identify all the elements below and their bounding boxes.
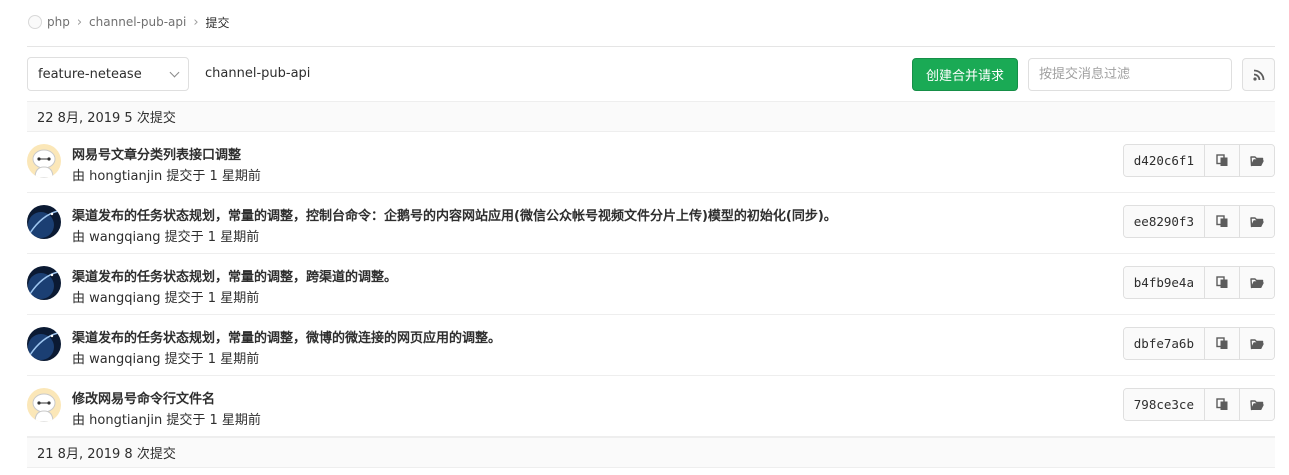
commit-row: 修改网易号命令行文件名 由 hongtianjin 提交于 1 星期前 798c… (27, 376, 1275, 437)
commit-title[interactable]: 渠道发布的任务状态规划，常量的调整，控制台命令：企鹅号的内容网站应用(微信公众帐… (72, 205, 837, 224)
commit-filter-input[interactable] (1028, 58, 1232, 91)
breadcrumb-current[interactable]: 提交 (206, 14, 230, 31)
breadcrumb-separator: › (193, 14, 199, 30)
day-header: 22 8月, 2019 5 次提交 (27, 101, 1275, 132)
browse-files-button[interactable] (1239, 328, 1274, 359)
browse-files-button[interactable] (1239, 206, 1274, 237)
commit-meta: 由 hongtianjin 提交于 1 星期前 (72, 169, 261, 184)
commit-row: 网易号文章分类列表接口调整 由 hongtianjin 提交于 1 星期前 d4… (27, 132, 1275, 193)
commit-sha-group: 798ce3ce (1122, 388, 1275, 421)
copy-sha-button[interactable] (1204, 145, 1239, 176)
copy-sha-button[interactable] (1204, 267, 1239, 298)
commit-sha-group: b4fb9e4a (1122, 266, 1275, 299)
commit-sha-link[interactable]: b4fb9e4a (1123, 267, 1204, 298)
rss-icon (1252, 69, 1264, 81)
breadcrumb-group-link[interactable]: php (47, 15, 70, 29)
folder-open-icon (1249, 338, 1264, 349)
copy-sha-button[interactable] (1204, 389, 1239, 420)
commit-meta: 由 wangqiang 提交于 1 星期前 (72, 352, 260, 367)
copy-sha-button[interactable] (1204, 206, 1239, 237)
folder-open-icon (1249, 399, 1264, 410)
commit-sha-group: dbfe7a6b (1122, 327, 1275, 360)
space-avatar-icon[interactable] (27, 266, 61, 300)
breadcrumb-separator: › (76, 14, 83, 30)
copy-icon (1215, 398, 1227, 410)
branch-name: feature-netease (38, 66, 142, 82)
copy-icon (1215, 276, 1227, 288)
repo-path[interactable]: channel-pub-api (205, 66, 310, 81)
breadcrumb: php › channel-pub-api › 提交 (28, 12, 230, 32)
copy-icon (1215, 337, 1227, 349)
commit-sha-link[interactable]: 798ce3ce (1123, 389, 1204, 420)
folder-open-icon (1249, 155, 1264, 166)
breadcrumb-project-link[interactable]: channel-pub-api (89, 15, 186, 29)
group-avatar-icon[interactable] (28, 15, 42, 29)
commit-title[interactable]: 修改网易号命令行文件名 (72, 388, 215, 407)
commit-meta: 由 wangqiang 提交于 1 星期前 (72, 230, 260, 245)
browse-files-button[interactable] (1239, 267, 1274, 298)
commit-title[interactable]: 网易号文章分类列表接口调整 (72, 144, 241, 163)
commit-title[interactable]: 渠道发布的任务状态规划，常量的调整，跨渠道的调整。 (72, 266, 397, 285)
robot-avatar-icon[interactable] (27, 144, 61, 178)
chevron-down-icon (169, 67, 180, 77)
browse-files-button[interactable] (1239, 145, 1274, 176)
browse-files-button[interactable] (1239, 389, 1274, 420)
commit-sha-link[interactable]: ee8290f3 (1123, 206, 1204, 237)
commit-title[interactable]: 渠道发布的任务状态规划，常量的调整，微博的微连接的网页应用的调整。 (72, 327, 501, 346)
create-merge-request-button[interactable]: 创建合并请求 (912, 58, 1018, 91)
copy-icon (1215, 215, 1227, 227)
divider (27, 46, 1275, 47)
branch-dropdown[interactable]: feature-netease (27, 57, 189, 91)
space-avatar-icon[interactable] (27, 327, 61, 361)
folder-open-icon (1249, 216, 1264, 227)
copy-sha-button[interactable] (1204, 328, 1239, 359)
commit-meta: 由 wangqiang 提交于 1 星期前 (72, 291, 260, 306)
commit-sha-group: ee8290f3 (1122, 205, 1275, 238)
day-header: 21 8月, 2019 8 次提交 (27, 437, 1275, 468)
commit-row: 渠道发布的任务状态规划，常量的调整，微博的微连接的网页应用的调整。 由 wang… (27, 315, 1275, 376)
copy-icon (1215, 154, 1227, 166)
commit-sha-group: d420c6f1 (1122, 144, 1275, 177)
robot-avatar-icon[interactable] (27, 388, 61, 422)
space-avatar-icon[interactable] (27, 205, 61, 239)
commit-row: 渠道发布的任务状态规划，常量的调整，跨渠道的调整。 由 wangqiang 提交… (27, 254, 1275, 315)
folder-open-icon (1249, 277, 1264, 288)
commit-row: 渠道发布的任务状态规划，常量的调整，控制台命令：企鹅号的内容网站应用(微信公众帐… (27, 193, 1275, 254)
commit-sha-link[interactable]: d420c6f1 (1123, 145, 1204, 176)
commit-meta: 由 hongtianjin 提交于 1 星期前 (72, 413, 261, 428)
rss-button[interactable] (1242, 58, 1275, 91)
commit-sha-link[interactable]: dbfe7a6b (1123, 328, 1204, 359)
